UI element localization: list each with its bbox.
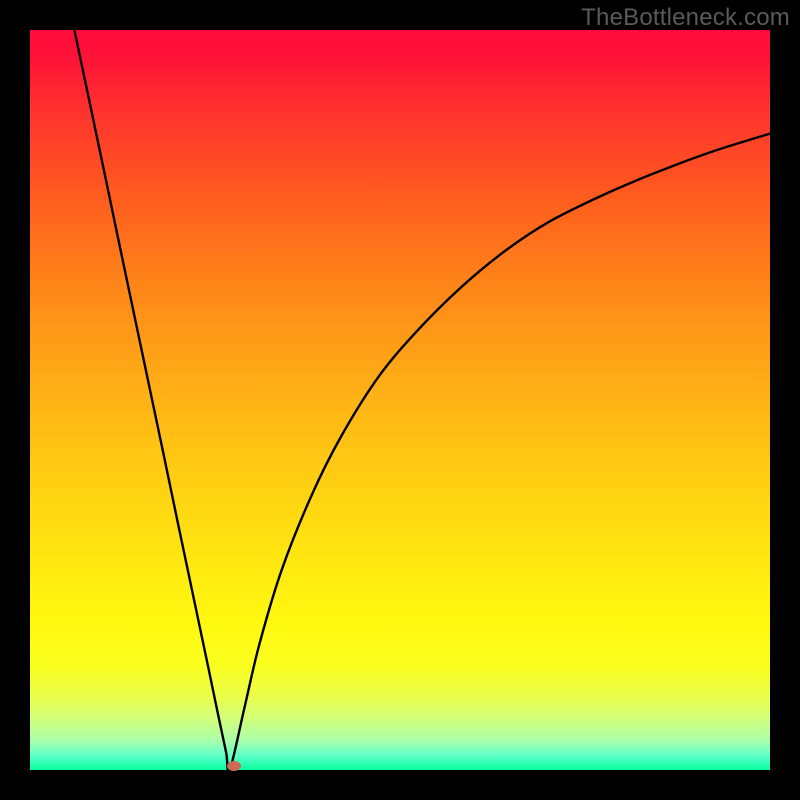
plot-area — [30, 30, 770, 770]
watermark-text: TheBottleneck.com — [581, 4, 790, 32]
curve-path — [74, 30, 770, 772]
chart-frame: TheBottleneck.com — [0, 0, 800, 800]
bottleneck-curve — [30, 30, 770, 770]
vertex-marker — [227, 761, 241, 771]
